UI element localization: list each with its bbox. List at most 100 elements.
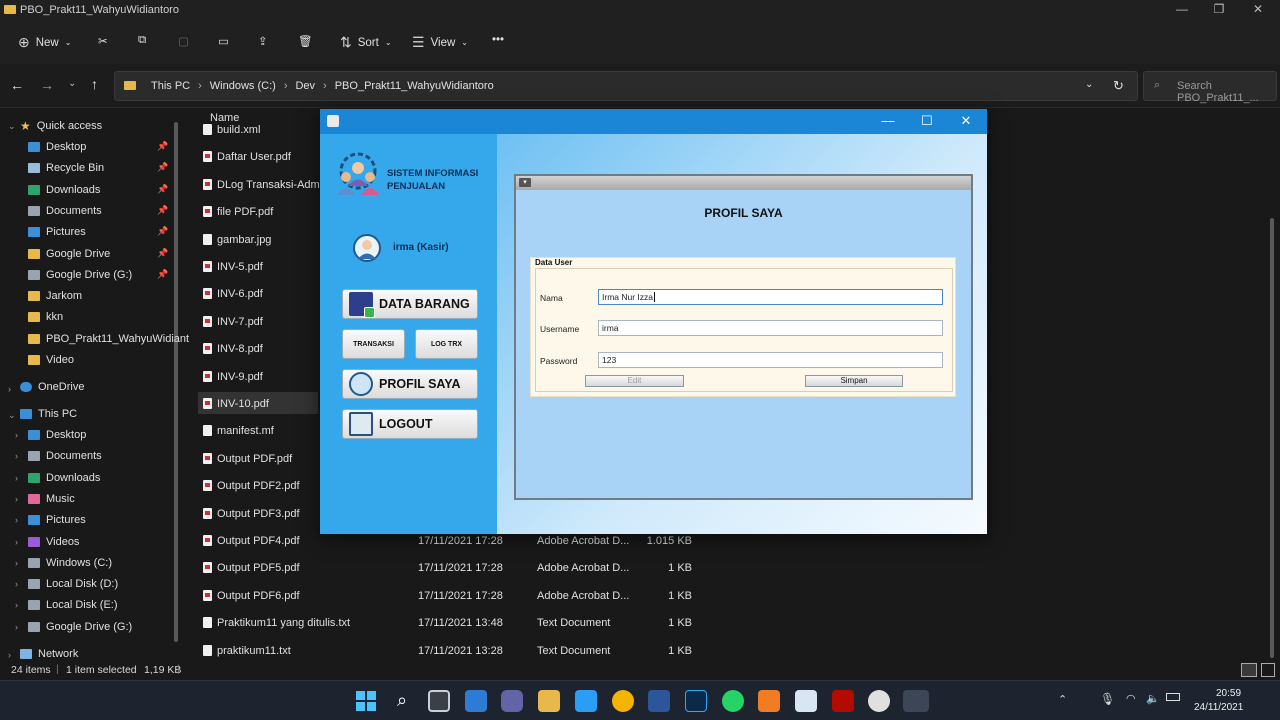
nav-item[interactable]: Google Drive (G:) <box>28 617 132 637</box>
pin-icon[interactable]: 📌 <box>157 269 168 280</box>
nav-item[interactable]: Downloads <box>28 468 100 488</box>
tiles-view-icon[interactable] <box>1261 663 1275 677</box>
log-trx-button[interactable]: LOG TRX <box>415 329 478 359</box>
edit-button[interactable]: Edit <box>585 375 684 387</box>
simpan-button[interactable]: Simpan <box>805 375 903 387</box>
nav-item[interactable]: Documents <box>28 446 102 466</box>
volume-icon[interactable]: 🔈 <box>1146 692 1160 705</box>
nav-item[interactable]: kkn <box>28 307 63 327</box>
copy-icon[interactable]: ⧉ <box>138 34 146 47</box>
nav-item[interactable]: Music <box>28 489 75 509</box>
acrobat-icon[interactable] <box>832 690 854 712</box>
data-barang-button[interactable]: DATA BARANG <box>342 289 478 319</box>
nav-item[interactable]: Local Disk (D:) <box>28 574 118 594</box>
pin-icon[interactable]: 📌 <box>157 205 168 216</box>
pin-icon[interactable]: 📌 <box>157 248 168 259</box>
nav-item[interactable]: Recycle Bin <box>28 158 104 178</box>
chevron-right-icon[interactable]: › <box>8 650 11 660</box>
widgets-icon[interactable] <box>465 690 487 712</box>
obs-icon[interactable] <box>868 690 890 712</box>
cut-icon[interactable]: ✂ <box>98 34 108 48</box>
chevron-down-icon[interactable]: ⌄ <box>8 121 16 132</box>
nav-scrollbar[interactable] <box>174 122 178 642</box>
breadcrumb-item[interactable]: Windows (C:) <box>210 80 276 92</box>
forward-icon[interactable]: → <box>40 77 54 93</box>
nav-onedrive[interactable]: OneDrive <box>20 377 84 397</box>
nav-item[interactable]: Local Disk (E:) <box>28 595 118 615</box>
whatsapp-icon[interactable] <box>722 690 744 712</box>
breadcrumb-separator-icon[interactable]: › <box>284 80 288 92</box>
delete-icon[interactable]: 🗑 <box>298 34 313 48</box>
username-field[interactable]: irma <box>598 320 943 336</box>
microphone-icon[interactable]: 🎙 <box>1100 692 1115 706</box>
profil-saya-button[interactable]: PROFIL SAYA <box>342 369 478 399</box>
chevron-right-icon[interactable]: › <box>15 451 18 461</box>
nav-item[interactable]: Videos <box>28 532 79 552</box>
address-bar[interactable]: This PC › Windows (C:) › Dev › PBO_Prakt11_Wah… <box>114 71 1138 101</box>
breadcrumb-item[interactable]: Dev <box>295 80 315 92</box>
share-icon[interactable]: ⇪ <box>258 34 268 48</box>
chevron-right-icon[interactable]: › <box>15 473 18 483</box>
telegram-icon[interactable] <box>575 690 597 712</box>
search-icon[interactable]: ⌕ <box>391 690 413 712</box>
refresh-icon[interactable]: ↻ <box>1113 78 1124 94</box>
frame-menu-icon[interactable]: ▾ <box>519 178 531 187</box>
minimize-button[interactable]: — <box>1167 2 1197 20</box>
view-button[interactable]: ☰ View ⌄ <box>412 34 468 51</box>
recent-locations-icon[interactable]: ⌄ <box>68 78 76 89</box>
nav-item[interactable]: Google Drive <box>28 244 110 264</box>
chevron-right-icon[interactable]: › <box>15 558 18 568</box>
new-button[interactable]: ⊕ New ⌄ <box>18 34 71 51</box>
chevron-right-icon[interactable]: › <box>15 515 18 525</box>
chevron-right-icon[interactable]: › <box>15 430 18 440</box>
minimize-button[interactable]: — <box>873 113 903 128</box>
file-row[interactable]: Praktikum11 yang ditulis.txt 17/11/2021 1… <box>198 611 758 635</box>
start-icon[interactable] <box>355 690 377 712</box>
pin-icon[interactable]: 📌 <box>157 226 168 237</box>
breadcrumb-item[interactable]: PBO_Prakt11_WahyuWidiantoro <box>335 80 494 92</box>
breadcrumb-separator-icon[interactable]: › <box>198 80 202 92</box>
chevron-right-icon[interactable]: › <box>15 600 18 610</box>
battery-icon[interactable] <box>1166 693 1180 701</box>
chat-icon[interactable] <box>501 690 523 712</box>
back-icon[interactable]: ← <box>10 77 24 93</box>
close-button[interactable]: ✕ <box>951 113 981 129</box>
rename-icon[interactable]: ▭ <box>218 34 229 48</box>
nav-item[interactable]: Windows (C:) <box>28 553 112 573</box>
nav-item[interactable]: Jarkom <box>28 286 82 306</box>
maximize-button[interactable]: ☐ <box>912 113 942 129</box>
nav-this-pc[interactable]: This PC <box>20 404 77 424</box>
transaksi-button[interactable]: TRANSAKSI <box>342 329 405 359</box>
file-explorer-icon[interactable] <box>538 690 560 712</box>
breadcrumb-separator-icon[interactable]: › <box>323 80 327 92</box>
xampp-icon[interactable] <box>758 690 780 712</box>
nav-item[interactable]: Pictures <box>28 510 86 530</box>
file-list-scrollbar[interactable] <box>1270 218 1274 658</box>
chevron-right-icon[interactable]: › <box>15 537 18 547</box>
logout-button[interactable]: LOGOUT <box>342 409 478 439</box>
password-field[interactable]: 123 <box>598 352 943 368</box>
nav-item[interactable]: PBO_Prakt11_WahyuWidiant <box>28 329 189 349</box>
task-view-icon[interactable] <box>428 690 450 712</box>
nav-item[interactable]: Downloads <box>28 180 100 200</box>
pin-icon[interactable]: 📌 <box>157 184 168 195</box>
breadcrumb-item[interactable]: This PC <box>151 80 190 92</box>
close-button[interactable]: ✕ <box>1243 2 1273 20</box>
paste-icon[interactable]: ▢ <box>178 34 189 48</box>
file-row[interactable]: praktikum11.txt 17/11/2021 13:28 Text Docu… <box>198 639 758 663</box>
virtualbox-icon[interactable] <box>795 690 817 712</box>
search-input[interactable]: ⌕ Search PBO_Prakt11_... <box>1143 71 1277 104</box>
clock-date[interactable]: 24/11/2021 <box>1194 702 1243 713</box>
chevron-right-icon[interactable]: › <box>15 622 18 632</box>
clock-time[interactable]: 20:59 <box>1216 688 1241 699</box>
nav-item[interactable]: Desktop <box>28 137 86 157</box>
chevron-up-icon[interactable]: ⌃ <box>1058 693 1067 706</box>
nav-quick-access[interactable]: ★ Quick access <box>20 116 102 136</box>
nav-item[interactable]: Documents <box>28 201 102 221</box>
wifi-icon[interactable]: ◠ <box>1126 692 1136 705</box>
file-row[interactable]: Output PDF6.pdf 17/11/2021 17:28 Adobe Acr… <box>198 584 758 608</box>
details-view-icon[interactable] <box>1241 663 1257 677</box>
file-row[interactable]: Output PDF5.pdf 17/11/2021 17:28 Adobe Acr… <box>198 556 758 580</box>
pin-icon[interactable]: 📌 <box>157 141 168 152</box>
nav-item[interactable]: Google Drive (G:) <box>28 265 132 285</box>
